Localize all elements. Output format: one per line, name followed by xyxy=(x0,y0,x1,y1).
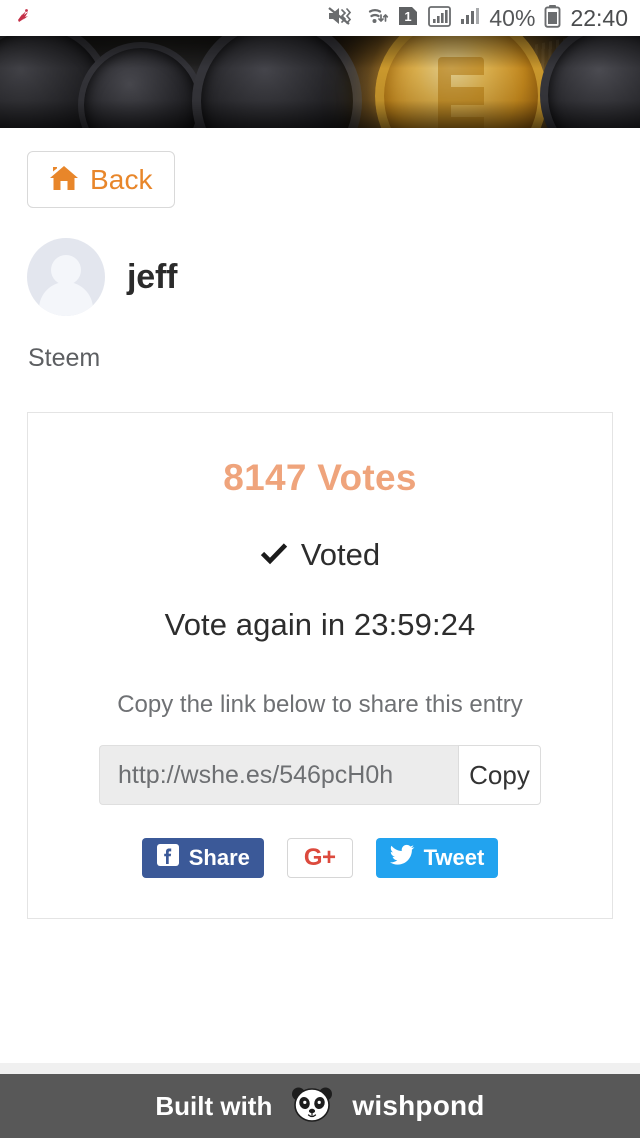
clock-label: 22:40 xyxy=(570,4,628,31)
twitter-icon xyxy=(389,844,415,872)
footer-bar: Built with wishpond xyxy=(0,1074,640,1138)
status-bar-right: 1 40% 22:40 xyxy=(327,4,628,33)
entry-subtitle: Steem xyxy=(28,344,101,372)
check-icon xyxy=(260,537,288,573)
voted-label: Voted xyxy=(300,537,381,572)
back-button-container: Back xyxy=(0,128,640,208)
hero-banner xyxy=(0,36,640,128)
vote-count-label: 8147 Votes xyxy=(223,457,417,498)
hero-vignette xyxy=(0,36,640,128)
svg-text:1: 1 xyxy=(405,9,412,24)
signal-bars-icon xyxy=(460,5,480,32)
avatar-body xyxy=(39,282,93,316)
signal-bars-boxed-icon xyxy=(428,5,452,32)
back-button-label: Back xyxy=(90,163,153,195)
app-notification-icon xyxy=(14,6,34,31)
vote-again-label: Vote again in 23:59:24 xyxy=(164,607,476,642)
vote-card: 8147 Votes Voted Vote again in 23:59:24 … xyxy=(27,412,613,919)
avatar-head xyxy=(51,255,81,285)
battery-icon xyxy=(544,4,561,33)
back-button[interactable]: Back xyxy=(27,151,175,208)
twitter-share-label: Tweet xyxy=(423,845,485,870)
copy-hint-label: Copy the link below to share this entry xyxy=(117,691,523,718)
mute-vibrate-icon xyxy=(327,5,353,32)
googleplus-share-button[interactable]: G+ xyxy=(286,838,353,878)
status-bar-left xyxy=(14,6,34,31)
share-link-row: Copy xyxy=(99,745,541,805)
twitter-share-button[interactable]: Tweet xyxy=(375,838,499,878)
sim-1-icon: 1 xyxy=(398,5,419,32)
status-bar: 1 40% 22:40 xyxy=(0,0,640,36)
social-share-row: Share G+ Tweet xyxy=(28,838,612,878)
page-content: Back jeff Steem 8147 Votes Voted Vote ag… xyxy=(0,128,640,919)
share-url-input[interactable] xyxy=(99,745,458,805)
wishpond-brand-label: wishpond xyxy=(352,1090,485,1121)
facebook-share-label: Share xyxy=(188,845,250,870)
panda-logo-icon xyxy=(290,1084,334,1129)
home-icon xyxy=(49,165,79,195)
wifi-icon xyxy=(362,5,389,32)
phone-screen: 1 40% 22:40 Back jeff Steem 8147 Votes V… xyxy=(0,0,640,1138)
facebook-share-button[interactable]: Share xyxy=(141,838,264,878)
copy-button[interactable]: Copy xyxy=(458,745,541,805)
built-with-label: Built with xyxy=(155,1090,273,1121)
username-label: jeff xyxy=(127,257,178,296)
default-avatar xyxy=(27,238,105,316)
battery-percent-label: 40% xyxy=(489,4,536,31)
voted-status: Voted xyxy=(28,537,612,573)
footer-separator xyxy=(0,1063,640,1074)
google-plus-icon: G+ xyxy=(303,844,336,871)
facebook-icon xyxy=(156,843,180,873)
profile-header: jeff xyxy=(0,208,640,316)
